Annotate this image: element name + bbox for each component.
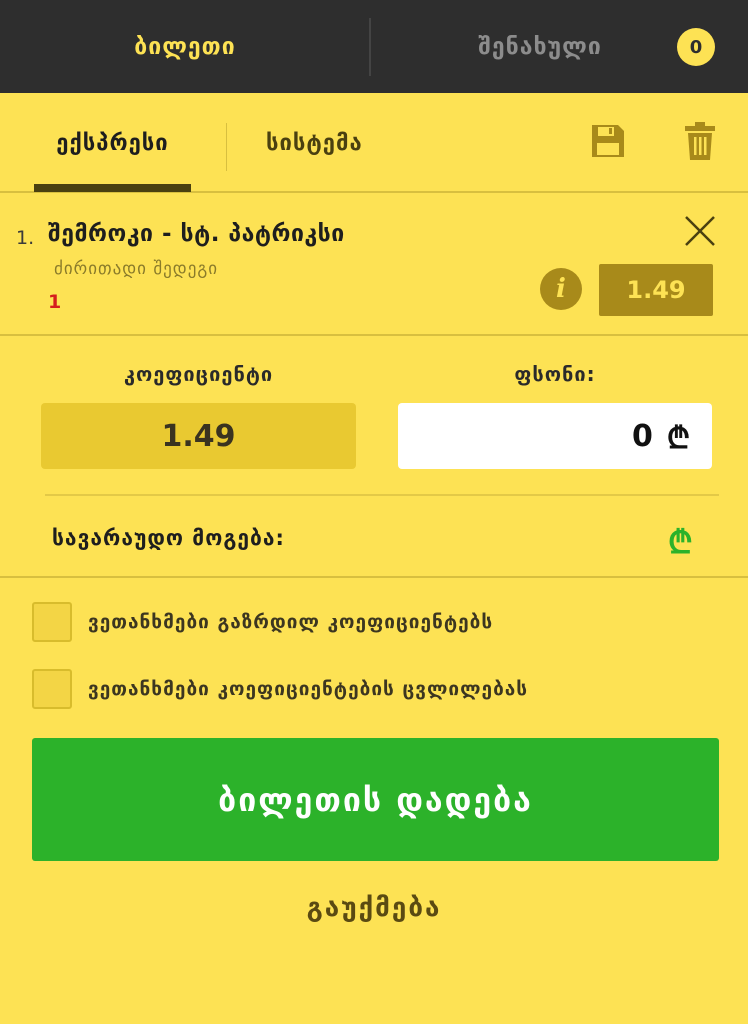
info-icon: i <box>556 274 566 304</box>
potential-win-currency-icon: ₾ <box>668 523 693 561</box>
stake-label: ფსონი: <box>514 362 596 386</box>
bet-odd: 1.49 <box>599 264 713 316</box>
remove-bet-button[interactable] <box>680 211 720 251</box>
tab-saved[interactable]: შენახული <box>370 0 670 93</box>
tab-system[interactable]: სისტემა <box>266 93 363 193</box>
bet-index: 1. <box>16 227 35 249</box>
coef-label: კოეფიციენტი <box>123 362 274 386</box>
selected-outcome: 1 <box>48 291 62 313</box>
saved-count-badge: 0 <box>677 28 715 66</box>
save-button[interactable] <box>588 121 628 161</box>
market-name: ძირითადი შედეგი <box>54 259 219 279</box>
accept-odds-changes-option[interactable]: ვეთანხმები კოეფიციენტების ცვლილებას <box>32 669 528 709</box>
cancel-button[interactable]: გაუქმება <box>0 893 748 923</box>
divider <box>45 494 719 496</box>
bet-item: 1. შემროკი - სტ. პატრიკსი ძირითადი შედეგ… <box>0 193 748 336</box>
accept-odds-changes-label: ვეთანხმები კოეფიციენტების ცვლილებას <box>88 678 529 700</box>
accept-increased-odds-label: ვეთანხმები გაზრდილ კოეფიციენტებს <box>88 611 494 633</box>
floppy-disk-icon <box>592 125 624 157</box>
bet-mode-bar: ექსპრესი სისტემა <box>0 93 748 193</box>
top-nav: ბილეთი შენახული 0 <box>0 0 748 93</box>
accept-odds-changes-checkbox[interactable] <box>32 669 72 709</box>
accept-increased-odds-checkbox[interactable] <box>32 602 72 642</box>
place-bet-button[interactable]: ბილეთის დადება <box>32 738 719 861</box>
tab-ticket[interactable]: ბილეთი <box>0 0 370 93</box>
stake-input[interactable]: 0 ₾ <box>398 403 712 469</box>
divider <box>0 576 748 578</box>
info-button[interactable]: i <box>540 268 582 310</box>
stake-value: 0 <box>631 418 653 454</box>
active-tab-indicator <box>34 184 191 192</box>
close-icon <box>685 216 715 246</box>
mode-divider <box>226 123 227 171</box>
lari-icon: ₾ <box>666 420 690 456</box>
tab-express[interactable]: ექსპრესი <box>34 93 191 193</box>
clear-all-button[interactable] <box>680 121 720 161</box>
trash-icon <box>685 122 715 160</box>
potential-win-label: სავარაუდო მოგება: <box>52 526 285 550</box>
total-coef: 1.49 <box>41 403 356 469</box>
accept-increased-odds-option[interactable]: ვეთანხმები გაზრდილ კოეფიციენტებს <box>32 602 493 642</box>
event-title: შემროკი - სტ. პატრიკსი <box>48 221 345 247</box>
